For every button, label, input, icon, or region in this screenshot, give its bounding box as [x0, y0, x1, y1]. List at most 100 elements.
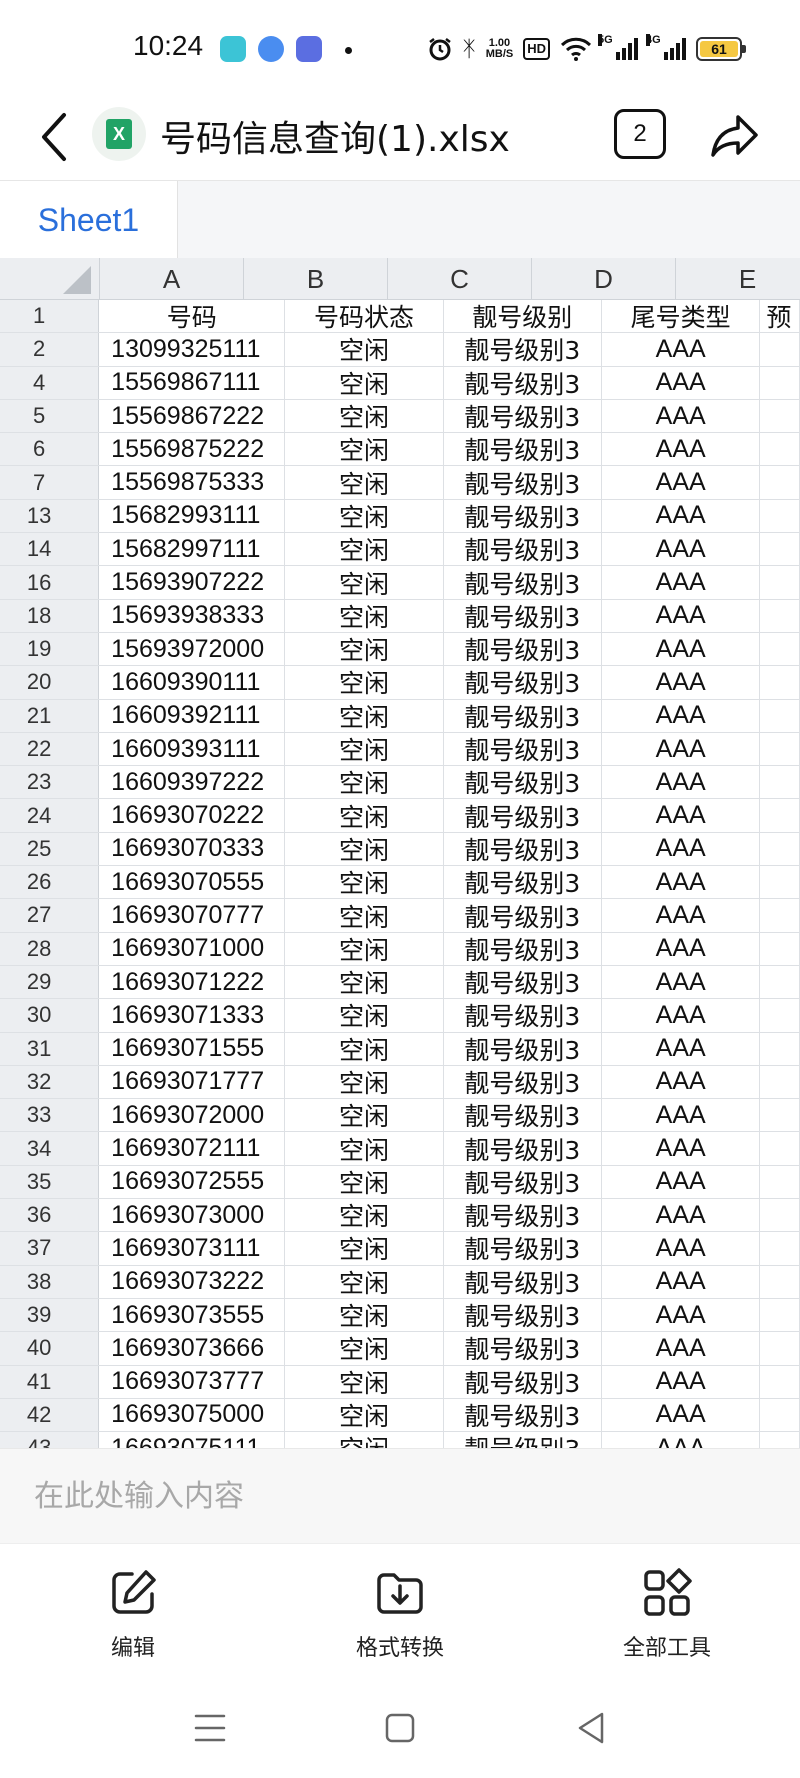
cell-phone-number[interactable]: 16609393111	[99, 732, 286, 766]
format-convert-button[interactable]: 格式转换	[320, 1554, 480, 1664]
cell-reserved[interactable]	[760, 433, 800, 466]
cell-tail-type[interactable]: AAA	[602, 1298, 761, 1332]
cell-phone-number[interactable]: 16693071777	[99, 1065, 286, 1099]
cell-status[interactable]: 空闲	[285, 1099, 444, 1132]
cell-reserved[interactable]	[760, 333, 800, 366]
cell-phone-number[interactable]: 13099325111	[99, 333, 286, 366]
row-number[interactable]: 20	[0, 666, 100, 699]
cell-status[interactable]: 空闲	[285, 499, 444, 533]
cell-tail-type[interactable]: AAA	[602, 899, 761, 932]
row-number[interactable]: 13	[0, 499, 100, 533]
cell-level[interactable]: 靓号级别3	[444, 566, 602, 599]
cell-level[interactable]: 靓号级别3	[444, 599, 602, 632]
cell-tail-type[interactable]: AAA	[602, 333, 761, 366]
cell-phone-number[interactable]: 15569867222	[99, 399, 286, 433]
edit-button[interactable]: 编辑	[53, 1554, 213, 1664]
header-cell-level[interactable]: 靓号级别	[444, 300, 602, 333]
cell-status[interactable]: 空闲	[285, 899, 444, 932]
row-number[interactable]: 18	[0, 599, 100, 632]
cell-status[interactable]: 空闲	[285, 999, 444, 1032]
cell-level[interactable]: 靓号级别3	[444, 366, 602, 399]
cell-phone-number[interactable]: 16693071555	[99, 1032, 286, 1065]
row-number[interactable]: 35	[0, 1165, 100, 1199]
cell-reserved[interactable]	[760, 799, 800, 832]
cell-reserved[interactable]	[760, 666, 800, 699]
cell-tail-type[interactable]: AAA	[602, 666, 761, 699]
cell-reserved[interactable]	[760, 899, 800, 932]
cell-tail-type[interactable]: AAA	[602, 1199, 761, 1232]
cell-reserved[interactable]	[760, 366, 800, 399]
all-tools-button[interactable]: 全部工具	[587, 1554, 747, 1664]
cell-status[interactable]: 空闲	[285, 1232, 444, 1265]
cell-tail-type[interactable]: AAA	[602, 1232, 761, 1265]
cell-status[interactable]: 空闲	[285, 1032, 444, 1065]
cell-phone-number[interactable]: 16609397222	[99, 766, 286, 799]
cell-status[interactable]: 空闲	[285, 766, 444, 799]
row-number[interactable]: 36	[0, 1199, 100, 1232]
cell-tail-type[interactable]: AAA	[602, 965, 761, 999]
cell-status[interactable]: 空闲	[285, 732, 444, 766]
cell-reserved[interactable]	[760, 1298, 800, 1332]
row-number[interactable]: 31	[0, 1032, 100, 1065]
cell-status[interactable]: 空闲	[285, 433, 444, 466]
cell-status[interactable]: 空闲	[285, 399, 444, 433]
cell-level[interactable]: 靓号级别3	[444, 1398, 602, 1432]
cell-phone-number[interactable]: 16693071222	[99, 965, 286, 999]
cell-reserved[interactable]	[760, 866, 800, 899]
cell-tail-type[interactable]: AAA	[602, 566, 761, 599]
row-number[interactable]: 14	[0, 533, 100, 566]
cell-tail-type[interactable]: AAA	[602, 999, 761, 1032]
cell-phone-number[interactable]: 16693073111	[99, 1232, 286, 1265]
cell-status[interactable]: 空闲	[285, 1365, 444, 1398]
cell-reserved[interactable]	[760, 632, 800, 666]
cell-reserved[interactable]	[760, 965, 800, 999]
cell-phone-number[interactable]: 16693072000	[99, 1099, 286, 1132]
row-number[interactable]: 19	[0, 632, 100, 666]
row-number[interactable]: 42	[0, 1398, 100, 1432]
cell-level[interactable]: 靓号级别3	[444, 1065, 602, 1099]
cell-level[interactable]: 靓号级别3	[444, 499, 602, 533]
cell-reserved[interactable]	[760, 1165, 800, 1199]
cell-tail-type[interactable]: AAA	[602, 799, 761, 832]
cell-level[interactable]: 靓号级别3	[444, 899, 602, 932]
cell-tail-type[interactable]: AAA	[602, 699, 761, 732]
row-number[interactable]: 39	[0, 1298, 100, 1332]
cell-phone-number[interactable]: 16693071000	[99, 932, 286, 965]
cell-phone-number[interactable]: 15682997111	[99, 533, 286, 566]
cell-phone-number[interactable]: 15682993111	[99, 499, 286, 533]
cell-phone-number[interactable]: 16693071333	[99, 999, 286, 1032]
column-header-c[interactable]: C	[388, 258, 532, 300]
row-number[interactable]: 22	[0, 732, 100, 766]
cell-tail-type[interactable]: AAA	[602, 1432, 761, 1448]
cell-phone-number[interactable]: 16693075111	[99, 1432, 286, 1448]
cell-phone-number[interactable]: 16693073666	[99, 1332, 286, 1365]
cell-level[interactable]: 靓号级别3	[444, 766, 602, 799]
cell-tail-type[interactable]: AAA	[602, 499, 761, 533]
cell-reserved[interactable]	[760, 1032, 800, 1065]
row-number[interactable]: 38	[0, 1265, 100, 1298]
cell-status[interactable]: 空闲	[285, 1165, 444, 1199]
row-number[interactable]: 40	[0, 1332, 100, 1365]
cell-reserved[interactable]	[760, 732, 800, 766]
cell-level[interactable]: 靓号级别3	[444, 466, 602, 499]
cell-reserved[interactable]	[760, 599, 800, 632]
back-triangle-icon[interactable]	[570, 1706, 614, 1750]
cell-phone-number[interactable]: 15693938333	[99, 599, 286, 632]
row-number[interactable]: 41	[0, 1365, 100, 1398]
row-number[interactable]: 27	[0, 899, 100, 932]
cell-phone-number[interactable]: 15693972000	[99, 632, 286, 666]
cell-phone-number[interactable]: 16609390111	[99, 666, 286, 699]
cell-reserved[interactable]	[760, 1432, 800, 1448]
cell-reserved[interactable]	[760, 766, 800, 799]
cell-level[interactable]: 靓号级别3	[444, 666, 602, 699]
cell-phone-number[interactable]: 16693070555	[99, 866, 286, 899]
cell-status[interactable]: 空闲	[285, 1432, 444, 1448]
cell-status[interactable]: 空闲	[285, 965, 444, 999]
cell-status[interactable]: 空闲	[285, 1398, 444, 1432]
row-number[interactable]: 43	[0, 1432, 100, 1448]
cell-tail-type[interactable]: AAA	[602, 1265, 761, 1298]
row-number[interactable]: 21	[0, 699, 100, 732]
cell-level[interactable]: 靓号级别3	[444, 1332, 602, 1365]
cell-status[interactable]: 空闲	[285, 566, 444, 599]
header-cell-tail-type[interactable]: 尾号类型	[602, 300, 761, 333]
